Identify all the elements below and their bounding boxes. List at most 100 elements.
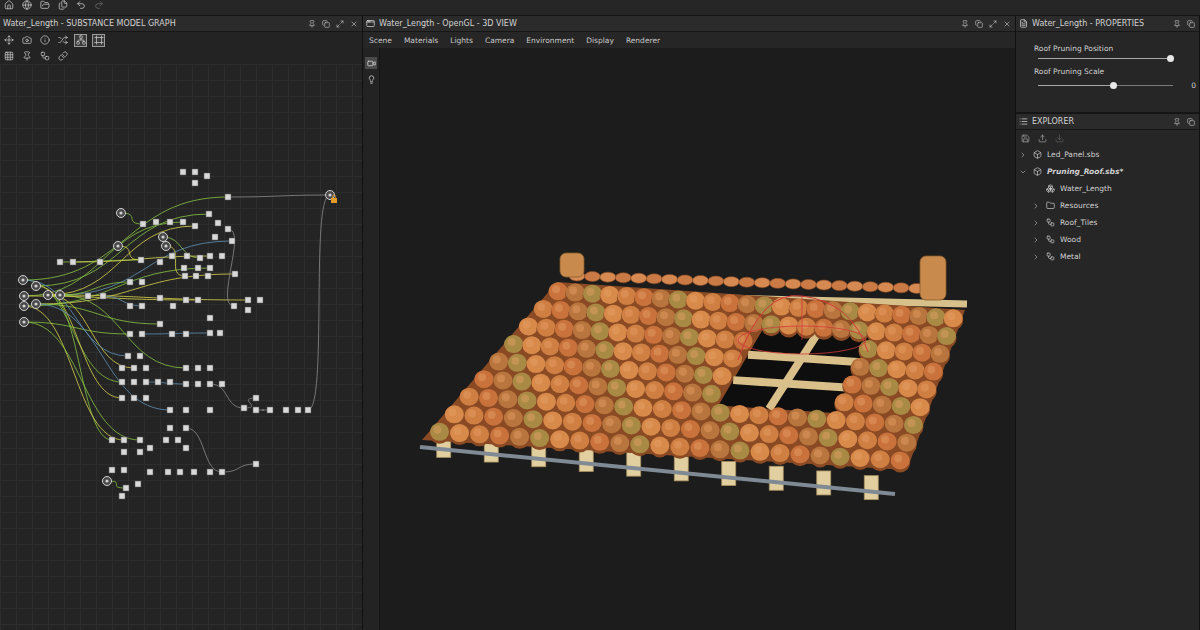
graph-node[interactable] xyxy=(177,469,183,475)
graph-node[interactable] xyxy=(140,221,146,227)
graph-node[interactable] xyxy=(127,279,133,285)
input-node[interactable] xyxy=(56,291,65,300)
graph-node[interactable] xyxy=(165,469,171,475)
float-icon[interactable] xyxy=(975,20,983,28)
graph-node[interactable] xyxy=(212,234,218,240)
graph-node[interactable] xyxy=(167,219,173,225)
input-node[interactable] xyxy=(114,242,123,251)
expand-arrow[interactable] xyxy=(1032,219,1041,227)
graph-node[interactable] xyxy=(195,265,201,271)
graph-node[interactable] xyxy=(219,381,225,387)
graph-node[interactable] xyxy=(180,219,186,225)
graph-node[interactable] xyxy=(193,273,199,279)
explorer-item[interactable]: Resources xyxy=(1016,197,1199,214)
graph-node[interactable] xyxy=(125,353,131,359)
tool-button[interactable] xyxy=(56,50,69,63)
graph-node[interactable] xyxy=(157,295,163,301)
graph-node[interactable] xyxy=(109,467,115,473)
graph-node[interactable] xyxy=(267,407,273,413)
explorer-item[interactable]: Water_Length xyxy=(1016,180,1199,197)
input-node[interactable] xyxy=(44,291,53,300)
input-node[interactable] xyxy=(103,477,112,486)
menu-item[interactable]: Display xyxy=(586,36,614,45)
tool-button[interactable] xyxy=(92,34,105,47)
graph-node[interactable] xyxy=(253,407,259,413)
graph-node[interactable] xyxy=(225,226,231,232)
graph-node[interactable] xyxy=(219,469,225,475)
graph-node[interactable] xyxy=(183,381,189,387)
expand-arrow[interactable] xyxy=(1032,253,1041,261)
graph-node[interactable] xyxy=(204,173,210,179)
input-node[interactable] xyxy=(20,302,29,311)
redo-icon[interactable] xyxy=(94,0,104,10)
graph-node[interactable] xyxy=(207,407,213,413)
graph-node[interactable] xyxy=(184,253,190,259)
export-icon[interactable] xyxy=(1038,134,1047,143)
pin-icon[interactable] xyxy=(961,20,969,28)
graph-node[interactable] xyxy=(215,220,221,226)
graph-node[interactable] xyxy=(181,265,187,271)
menu-item[interactable]: Environment xyxy=(526,36,574,45)
float-icon[interactable] xyxy=(1187,20,1195,28)
expand-arrow[interactable] xyxy=(1032,202,1041,210)
graph-node[interactable] xyxy=(192,223,198,229)
graph-node[interactable] xyxy=(155,379,161,385)
graph-node[interactable] xyxy=(305,407,311,413)
open-icon[interactable] xyxy=(40,0,50,10)
home-icon[interactable] xyxy=(4,0,14,10)
graph-node[interactable] xyxy=(183,365,189,371)
graph-node[interactable] xyxy=(131,395,137,401)
graph-node[interactable] xyxy=(207,381,213,387)
graph-node[interactable] xyxy=(167,425,173,431)
slider-track[interactable] xyxy=(1038,58,1173,59)
graph-node[interactable] xyxy=(207,365,213,371)
graph-node[interactable] xyxy=(205,273,211,279)
graph-node[interactable] xyxy=(137,449,143,455)
menu-item[interactable]: Scene xyxy=(369,36,392,45)
graph-node[interactable] xyxy=(183,297,189,303)
graph-node[interactable] xyxy=(157,259,163,265)
graph-node[interactable] xyxy=(147,445,153,451)
graph-node[interactable] xyxy=(97,259,103,265)
graph-node[interactable] xyxy=(182,273,188,279)
close-icon[interactable] xyxy=(350,20,358,28)
graph-node[interactable] xyxy=(207,253,213,259)
graph-node[interactable] xyxy=(153,219,159,225)
graph-node[interactable] xyxy=(283,407,289,413)
graph-node[interactable] xyxy=(225,194,231,200)
graph-node[interactable] xyxy=(295,407,301,413)
tool-button[interactable] xyxy=(38,50,51,63)
float-icon[interactable] xyxy=(1187,118,1195,126)
tool-button[interactable] xyxy=(20,34,33,47)
graph-node[interactable] xyxy=(157,321,163,327)
graph-node[interactable] xyxy=(167,379,173,385)
expand-arrow[interactable] xyxy=(1019,168,1028,176)
close-icon[interactable] xyxy=(1003,20,1011,28)
graph-node[interactable] xyxy=(100,293,106,299)
graph-node[interactable] xyxy=(192,180,198,186)
input-node[interactable] xyxy=(20,318,29,327)
pin-icon[interactable] xyxy=(308,20,316,28)
graph-node[interactable] xyxy=(127,331,133,337)
maximize-icon[interactable] xyxy=(336,20,344,28)
undo-icon[interactable] xyxy=(76,0,86,10)
maximize-icon[interactable] xyxy=(989,20,997,28)
graph-node[interactable] xyxy=(207,469,213,475)
expand-arrow[interactable] xyxy=(1032,236,1041,244)
graph-node[interactable] xyxy=(163,437,169,443)
graph-node[interactable] xyxy=(195,297,201,303)
graph-node[interactable] xyxy=(121,449,127,455)
graph-canvas[interactable] xyxy=(0,64,362,630)
graph-node[interactable] xyxy=(253,461,259,467)
graph-node[interactable] xyxy=(175,437,181,443)
input-node[interactable] xyxy=(117,209,126,218)
graph-node[interactable] xyxy=(219,253,225,259)
graph-node[interactable] xyxy=(207,265,213,271)
graph-node[interactable] xyxy=(192,169,198,175)
graph-node[interactable] xyxy=(119,365,125,371)
explorer-item[interactable]: Pruning_Roof.sbs* xyxy=(1016,163,1199,180)
graph-node[interactable] xyxy=(195,381,201,387)
view-tool-button[interactable] xyxy=(365,73,377,85)
input-node[interactable] xyxy=(20,292,29,301)
explorer-item[interactable]: Led_Panel.sbs xyxy=(1016,146,1199,163)
